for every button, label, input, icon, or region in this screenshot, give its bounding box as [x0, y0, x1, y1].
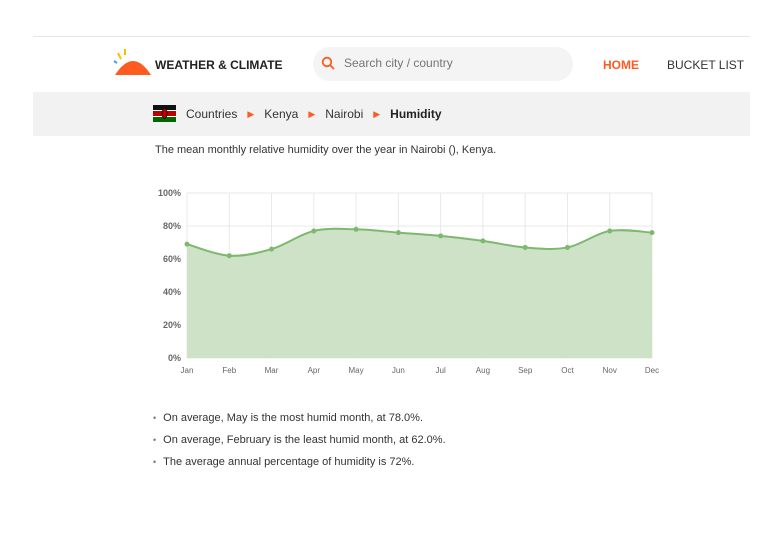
humidity-chart: 0% 20% 40% 60% 80% 100% Jan Feb Mar Apr May Jun Jul A…: [158, 188, 659, 375]
data-point: [522, 244, 528, 250]
y-tick-label: 20%: [163, 320, 181, 330]
y-tick-label: 40%: [163, 287, 181, 297]
humidity-area: [187, 228, 652, 358]
x-tick-label: Feb: [222, 366, 236, 375]
x-tick-label: Nov: [603, 366, 617, 375]
y-tick-label: 80%: [163, 221, 181, 231]
x-tick-label: Sep: [518, 366, 533, 375]
x-tick-label: Aug: [476, 366, 490, 375]
data-point: [353, 226, 359, 232]
data-point: [607, 228, 613, 234]
data-point: [226, 253, 232, 259]
x-tick-label: Dec: [645, 366, 659, 375]
x-tick-label: Oct: [561, 366, 574, 375]
x-tick-label: Apr: [308, 366, 321, 375]
y-tick-label: 60%: [163, 254, 181, 264]
data-point: [395, 230, 401, 236]
x-tick-label: Jul: [436, 366, 446, 375]
data-point: [184, 241, 190, 247]
data-point: [269, 246, 275, 252]
data-point: [311, 228, 317, 234]
y-tick-label: 100%: [158, 188, 181, 198]
data-point: [649, 230, 655, 236]
list-item: The average annual percentage of humidit…: [153, 456, 446, 468]
data-point: [438, 233, 444, 239]
list-item: On average, May is the most humid month,…: [153, 412, 446, 424]
list-item: On average, February is the least humid …: [153, 434, 445, 446]
x-tick-label: Jun: [392, 366, 405, 375]
data-point: [564, 244, 570, 250]
y-tick-label: 0%: [168, 353, 181, 363]
x-tick-label: May: [349, 366, 364, 375]
facts-list: On average, May is the most humid month,…: [153, 412, 446, 478]
data-point: [480, 238, 486, 244]
x-tick-label: Jan: [181, 366, 194, 375]
x-tick-label: Mar: [265, 366, 279, 375]
